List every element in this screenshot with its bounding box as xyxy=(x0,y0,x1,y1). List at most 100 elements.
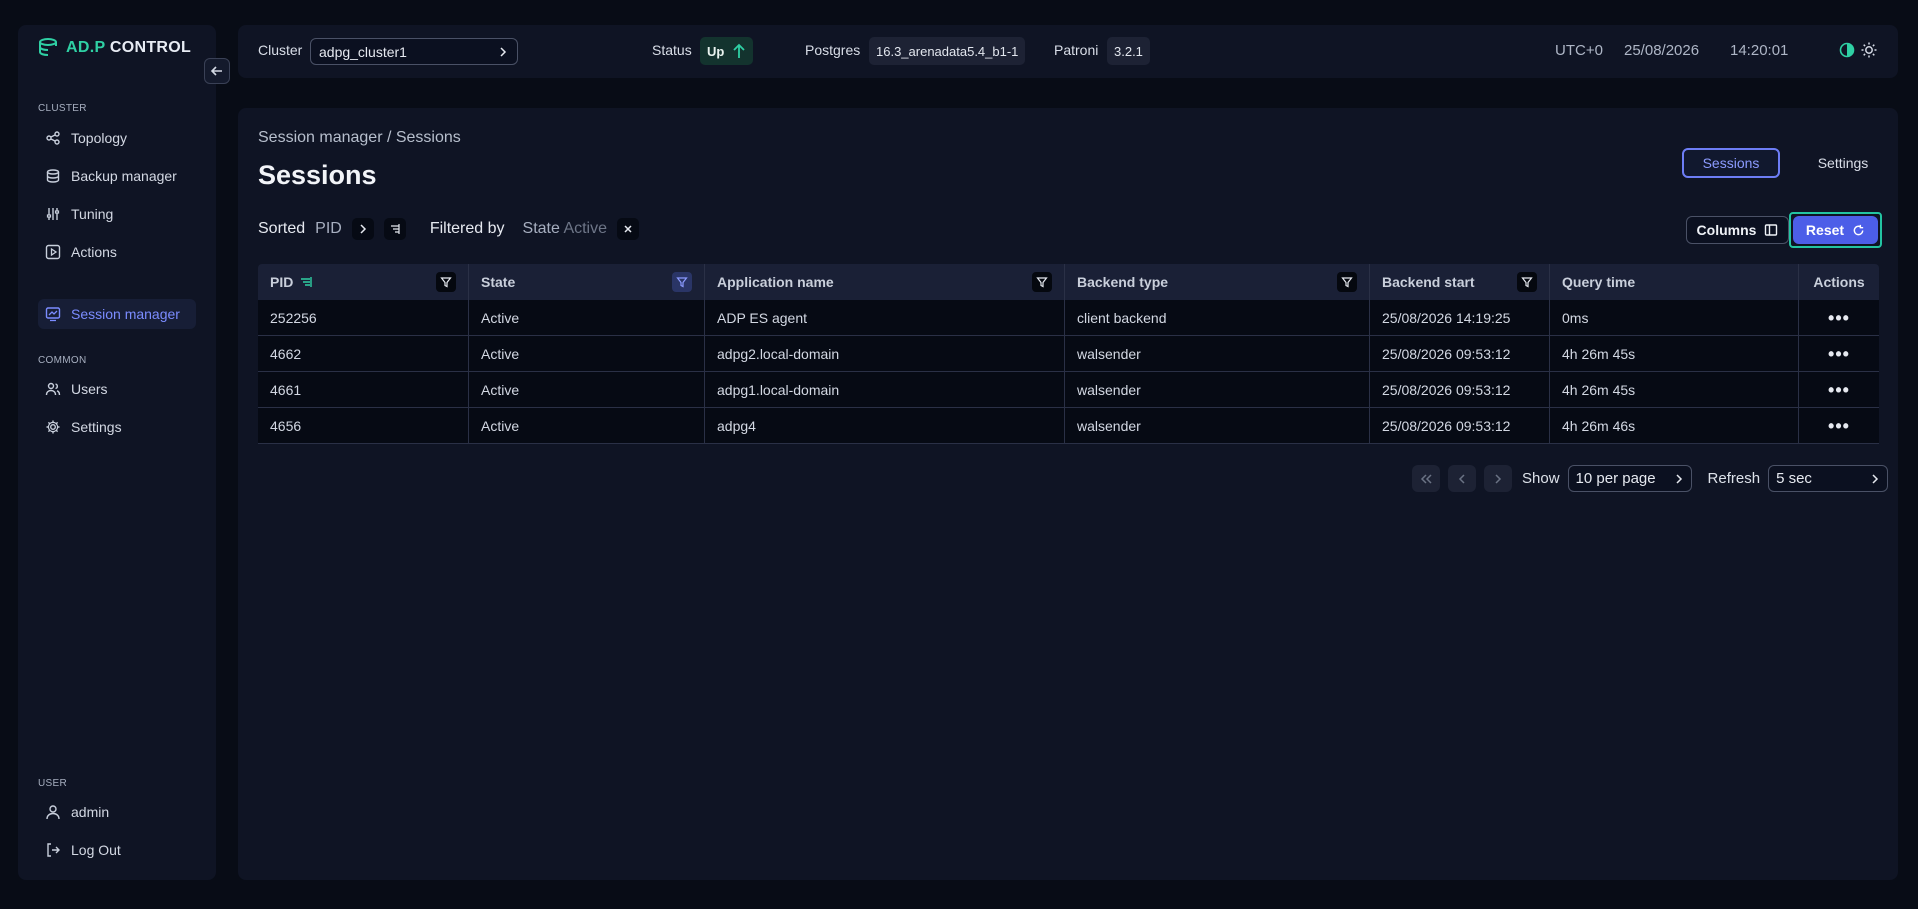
filter-button[interactable] xyxy=(1032,272,1052,292)
cell-application-name: adpg4 xyxy=(705,408,1065,443)
contrast-icon[interactable] xyxy=(1838,41,1856,59)
column-header-application-name[interactable]: Application name xyxy=(705,264,1065,300)
refresh-icon xyxy=(1853,224,1864,235)
refresh-interval-select[interactable]: 5 sec xyxy=(1768,465,1889,492)
cluster-select[interactable]: adpg_cluster1 xyxy=(310,38,518,65)
more-actions-icon[interactable]: ••• xyxy=(1828,381,1850,399)
prev-page-button[interactable] xyxy=(1448,465,1476,492)
cluster-value: adpg_cluster1 xyxy=(319,43,407,60)
page-title: Sessions xyxy=(258,160,377,190)
status-label: Status xyxy=(652,42,692,58)
table-row[interactable]: 4661 Active adpg1.local-domain walsender… xyxy=(258,372,1879,408)
column-header-query-time[interactable]: Query time xyxy=(1550,264,1799,300)
sidebar-item-admin[interactable]: admin xyxy=(38,797,196,827)
cell-backend-type: walsender xyxy=(1065,408,1370,443)
sort-direction-button[interactable] xyxy=(383,218,406,240)
refresh-interval-value: 5 sec xyxy=(1776,470,1812,487)
more-actions-icon[interactable]: ••• xyxy=(1828,417,1850,435)
filter-icon xyxy=(676,277,688,288)
sidebar-item-actions[interactable]: Actions xyxy=(38,237,196,267)
table-row[interactable]: 252256 Active ADP ES agent client backen… xyxy=(258,300,1879,336)
logo-text-left: AD.P xyxy=(66,39,106,56)
filter-icon xyxy=(1521,277,1533,288)
sidebar-item-tuning[interactable]: Tuning xyxy=(38,199,196,229)
more-actions-icon[interactable]: ••• xyxy=(1828,309,1850,327)
patroni-version-badge: 3.2.1 xyxy=(1107,37,1150,65)
filter-button[interactable] xyxy=(1517,272,1537,292)
cell-query-time: 4h 26m 45s xyxy=(1550,336,1799,371)
filter-button-active[interactable] xyxy=(672,272,692,292)
chevrons-left-icon xyxy=(1420,473,1432,484)
cell-backend-start: 25/08/2026 09:53:12 xyxy=(1370,372,1550,407)
user-section-label: USER xyxy=(38,778,67,789)
sidebar-item-users[interactable]: Users xyxy=(38,374,196,404)
filter-field: State xyxy=(522,220,560,237)
app-logo[interactable]: AD.P CONTROL xyxy=(38,36,191,60)
filter-icon xyxy=(1036,277,1048,288)
breadcrumb: Session manager / Sessions xyxy=(258,129,461,146)
column-header-pid[interactable]: PID xyxy=(258,264,469,300)
sidebar-item-settings[interactable]: Settings xyxy=(38,412,196,442)
columns-icon xyxy=(1765,224,1778,236)
clear-filter-button[interactable] xyxy=(617,218,640,240)
cluster-label: Cluster xyxy=(258,42,303,58)
sidebar-item-label: Log Out xyxy=(71,842,121,858)
cell-backend-start: 25/08/2026 09:53:12 xyxy=(1370,408,1550,443)
top-header: Cluster adpg_cluster1 Status Up Postgres… xyxy=(238,25,1898,78)
column-label: Query time xyxy=(1562,274,1636,290)
column-header-backend-start[interactable]: Backend start xyxy=(1370,264,1550,300)
filter-button[interactable] xyxy=(436,272,456,292)
filter-icon xyxy=(440,277,452,288)
column-header-state[interactable]: State xyxy=(469,264,705,300)
columns-label: Columns xyxy=(1696,222,1757,238)
sort-filter-bar: Sorted PID Filtered by State Active xyxy=(258,216,640,242)
first-page-button[interactable] xyxy=(1412,465,1440,492)
sidebar-item-topology[interactable]: Topology xyxy=(38,123,196,153)
monitor-chart-icon xyxy=(45,306,61,322)
cell-pid: 4661 xyxy=(258,372,469,407)
column-label: Backend type xyxy=(1077,274,1169,290)
filter-button[interactable] xyxy=(1337,272,1357,292)
sidebar-item-label: Users xyxy=(71,381,108,397)
sidebar-item-label: Tuning xyxy=(71,206,114,222)
sort-field-button[interactable] xyxy=(351,218,374,240)
sidebar-item-backup-manager[interactable]: Backup manager xyxy=(38,161,196,191)
cell-query-time: 0ms xyxy=(1550,300,1799,335)
column-header-backend-type[interactable]: Backend type xyxy=(1065,264,1370,300)
sort-desc-icon xyxy=(301,277,313,287)
chevron-right-icon xyxy=(500,46,507,57)
filter-icon xyxy=(1341,277,1353,288)
column-label: Backend start xyxy=(1382,274,1475,290)
sliders-icon xyxy=(45,206,61,222)
next-page-button[interactable] xyxy=(1484,465,1512,492)
table-row[interactable]: 4662 Active adpg2.local-domain walsender… xyxy=(258,336,1879,372)
column-label: State xyxy=(481,274,516,290)
play-icon xyxy=(45,244,61,260)
chevron-right-icon xyxy=(1872,473,1879,484)
sidebar-item-label: Settings xyxy=(71,419,122,435)
sorted-label: Sorted xyxy=(258,220,306,237)
sidebar-item-logout[interactable]: Log Out xyxy=(38,835,196,865)
tab-settings[interactable]: Settings xyxy=(1793,148,1893,178)
sidebar-item-session-manager[interactable]: Session manager xyxy=(38,299,196,329)
pagination: Show 10 per page Refresh 5 sec xyxy=(1412,465,1889,492)
per-page-select[interactable]: 10 per page xyxy=(1567,465,1692,492)
column-label: Application name xyxy=(717,274,834,290)
cell-state: Active xyxy=(469,300,705,335)
table-row[interactable]: 4656 Active adpg4 walsender 25/08/2026 0… xyxy=(258,408,1879,444)
cell-backend-start: 25/08/2026 14:19:25 xyxy=(1370,300,1550,335)
cell-backend-type: client backend xyxy=(1065,300,1370,335)
reset-button[interactable]: Reset xyxy=(1793,216,1878,244)
columns-button[interactable]: Columns xyxy=(1686,216,1789,244)
timezone: UTC+0 xyxy=(1555,42,1603,59)
patroni-label: Patroni xyxy=(1054,42,1099,58)
more-actions-icon[interactable]: ••• xyxy=(1828,345,1850,363)
cell-pid: 252256 xyxy=(258,300,469,335)
cell-application-name: adpg2.local-domain xyxy=(705,336,1065,371)
collapse-sidebar-button[interactable] xyxy=(204,58,230,84)
tab-sessions[interactable]: Sessions xyxy=(1682,148,1780,178)
status-badge: Up xyxy=(700,37,754,65)
table-header: PID State Application name Backend type … xyxy=(258,264,1879,300)
sun-icon[interactable] xyxy=(1860,41,1878,59)
row-actions-cell: ••• xyxy=(1799,408,1879,443)
